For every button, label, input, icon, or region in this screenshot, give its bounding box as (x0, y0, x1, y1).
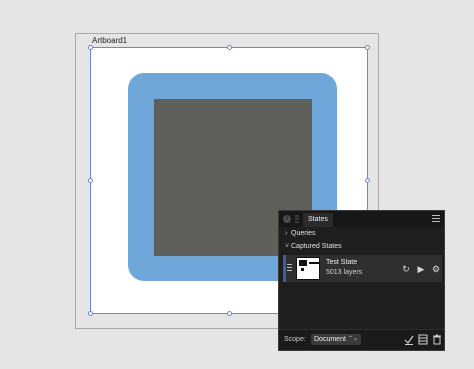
panel-footer: Scope: Document ⌃⌄ (279, 329, 444, 350)
section-queries[interactable]: › Queries (285, 230, 316, 237)
gear-icon[interactable]: ⚙ (431, 264, 441, 274)
grip-icon[interactable] (295, 215, 299, 223)
state-layer-count: 5013 layers (326, 269, 363, 276)
section-queries-label: Queries (291, 230, 316, 237)
scope-select-value: Document (314, 336, 346, 343)
tab-states[interactable]: States (303, 213, 333, 227)
states-panel: × States › Queries ˅ Captured States Test … (278, 210, 445, 351)
resize-handle-bottom-left[interactable] (88, 311, 93, 316)
state-name[interactable]: Test State (326, 259, 357, 266)
trash-icon[interactable] (432, 334, 442, 345)
section-captured-states[interactable]: ˅ Captured States (285, 243, 342, 250)
resize-handle-top-center[interactable] (227, 45, 232, 50)
select-arrows-icon: ⌃⌄ (347, 336, 358, 342)
section-captured-label: Captured States (291, 243, 342, 250)
drag-handle-icon[interactable] (287, 264, 292, 272)
resize-handle-middle-right[interactable] (365, 178, 370, 183)
scope-select[interactable]: Document ⌃⌄ (311, 334, 361, 345)
close-icon[interactable]: × (283, 215, 291, 223)
state-item[interactable]: Test State 5013 layers ↻ ▶ ⚙ (283, 255, 442, 282)
resize-handle-top-left[interactable] (88, 45, 93, 50)
state-thumbnail (296, 257, 320, 280)
scope-label: Scope: (284, 336, 306, 343)
resize-handle-bottom-center[interactable] (227, 311, 232, 316)
refresh-icon[interactable]: ↻ (401, 264, 411, 274)
list-icon[interactable] (418, 334, 428, 345)
capture-icon[interactable] (404, 334, 414, 345)
resize-handle-middle-left[interactable] (88, 178, 93, 183)
play-icon[interactable]: ▶ (416, 264, 426, 274)
resize-handle-top-right[interactable] (365, 45, 370, 50)
panel-header: × States (279, 211, 444, 227)
panel-menu-icon[interactable] (432, 215, 440, 223)
artboard-label[interactable]: Artboard1 (92, 36, 127, 45)
